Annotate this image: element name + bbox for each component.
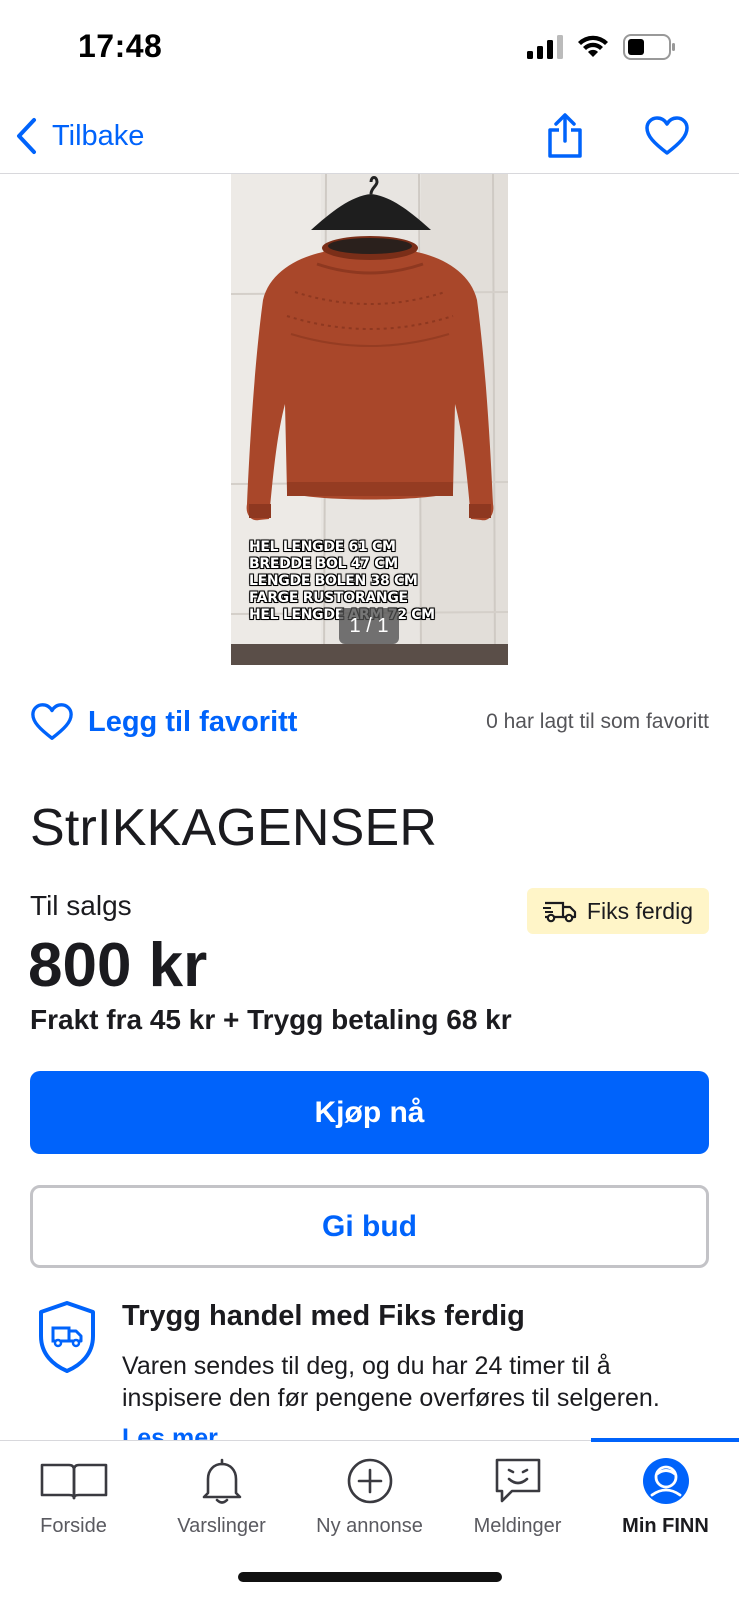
tab-meldinger[interactable]: Meldinger [444,1441,591,1551]
tab-min-finn[interactable]: Min FINN [592,1441,739,1551]
home-indicator [238,1572,502,1582]
heart-outline-icon [645,116,689,155]
listing-title: StrIKKAGENSER [30,799,438,857]
nav-bar: Tilbake [0,100,739,174]
tab-label: Ny annonse [316,1515,423,1537]
plus-circle-icon [347,1458,392,1504]
book-icon [40,1463,107,1500]
tab-label: Meldinger [473,1515,562,1537]
status-bar: 17:48 [0,0,739,100]
share-button[interactable] [539,108,591,164]
badge-label: Fiks ferdig [586,897,693,924]
image-counter: 1 / 1 [339,608,399,644]
message-icon [495,1458,540,1503]
sale-label: Til salgs [30,890,132,921]
overlay-line-2: BREDDE BOL 47 CM [249,556,398,572]
listing-image[interactable]: HEL LENGDE 61 CM BREDDE BOL 47 CM LENGDE… [231,174,508,665]
share-icon [548,113,582,158]
tab-forside[interactable]: Forside [0,1441,147,1551]
wifi-icon [578,35,608,57]
overlay-line-1: HEL LENGDE 61 CM [249,539,396,555]
safe-trade-text: Varen sendes til deg, og du har 24 timer… [122,1352,660,1412]
heart-outline-icon [31,703,73,740]
favorite-count: 0 har lagt til som favoritt [486,710,709,733]
safe-trade-title: Trygg handel med Fiks ferdig [122,1300,525,1332]
shipping-info: Frakt fra 45 kr + Trygg betaling 68 kr [30,1004,512,1035]
buy-now-button[interactable]: Kjøp nå [30,1071,709,1154]
chevron-left-icon [17,118,36,154]
profile-icon [642,1458,689,1504]
tab-label: Min FINN [622,1515,709,1537]
status-time: 17:48 [78,28,163,64]
read-more-link[interactable]: Les mer [122,1424,218,1440]
delivery-truck-icon [542,901,577,923]
back-button[interactable]: Tilbake [14,110,144,162]
back-label: Tilbake [52,119,145,152]
favorite-top-button[interactable] [637,108,697,164]
make-bid-button[interactable]: Gi bud [30,1185,709,1268]
tab-label: Forside [40,1515,107,1537]
tab-ny-annonse[interactable]: Ny annonse [296,1441,443,1551]
add-favorite-button[interactable]: Legg til favoritt [30,698,297,746]
signal-icon [527,35,563,59]
bell-icon [202,1458,241,1504]
safe-trade-info: Trygg handel med Fiks ferdig Varen sende… [30,1298,709,1440]
shield-truck-icon [39,1301,95,1373]
battery-icon [623,34,675,60]
add-favorite-label: Legg til favoritt [88,705,298,738]
price: 800 kr [28,931,208,1000]
status-icons [527,34,677,60]
overlay-line-4: FARGE RUSTORANGE [249,590,408,606]
tab-label: Varslinger [177,1515,266,1537]
fiks-ferdig-badge: Fiks ferdig [526,888,709,934]
tab-varslinger[interactable]: Varslinger [148,1441,295,1551]
overlay-line-3: LENGDE BOLEN 38 CM [249,573,418,589]
favorite-row: Legg til favoritt 0 har lagt til som fav… [30,698,709,746]
